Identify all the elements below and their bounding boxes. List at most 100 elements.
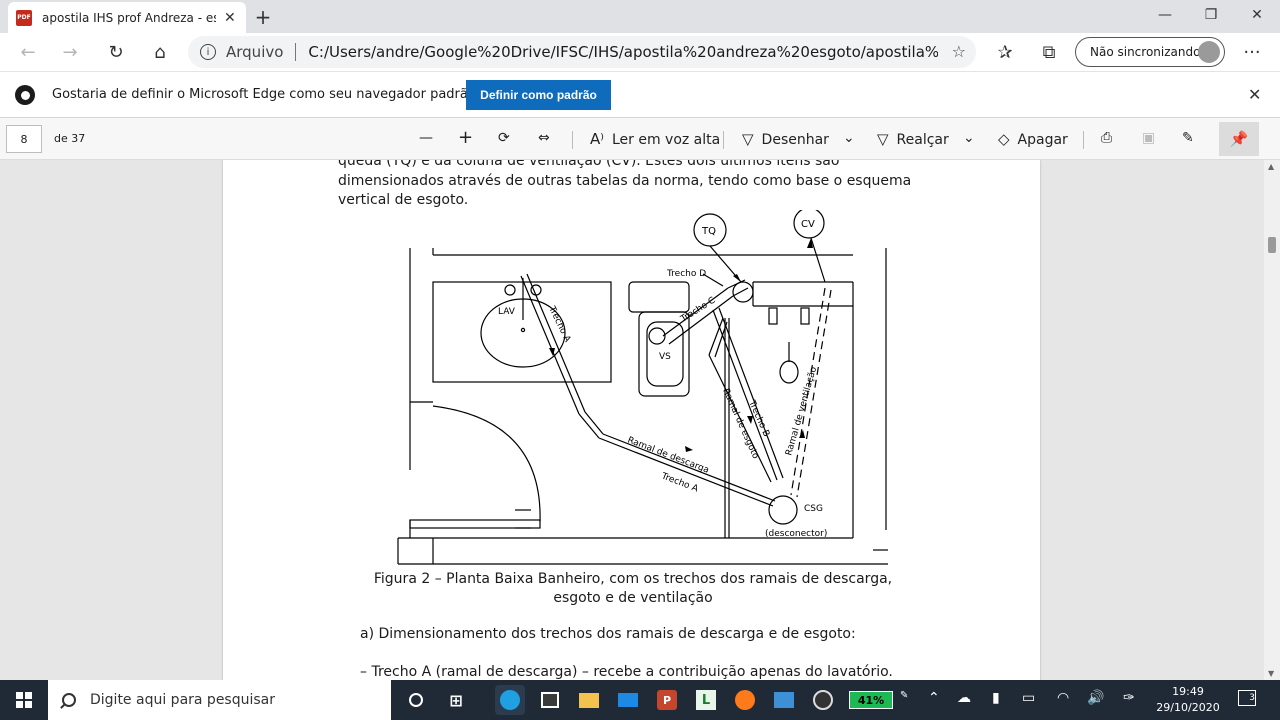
obs-icon[interactable]: [808, 685, 838, 715]
text-line: dimensionados através de outras tabelas …: [338, 172, 912, 189]
eraser-icon: ◇: [998, 130, 1010, 148]
address-bar[interactable]: i Arquivo C:/Users/andre/Google%20Drive/…: [188, 36, 976, 68]
mail-icon[interactable]: [613, 685, 643, 715]
document-viewport[interactable]: queda (TQ) e da coluna de ventilação (CV…: [0, 160, 1280, 680]
figure-label-ramal-esgoto: Ramal de esgoto: [720, 387, 760, 461]
search-icon: [62, 693, 76, 707]
firefox-icon[interactable]: [730, 685, 760, 715]
default-browser-banner: Gostaria de definir o Microsoft Edge com…: [0, 71, 1280, 118]
windows-logo-icon: [16, 692, 32, 708]
read-aloud-button[interactable]: A⁾ Ler em voz alta: [590, 130, 720, 148]
notification-icon[interactable]: 3: [1238, 690, 1256, 706]
close-window-button[interactable]: ✕: [1234, 0, 1280, 30]
figure-label-trecho-d: Trecho D: [666, 269, 706, 279]
print-icon[interactable]: ⎙: [1101, 130, 1112, 146]
more-icon[interactable]: ···: [1239, 39, 1265, 65]
collections-icon[interactable]: ⧉: [1036, 39, 1062, 65]
rotate-icon[interactable]: ⟳: [498, 130, 510, 146]
figure-label-trecho-c: Trecho C: [678, 296, 717, 325]
info-icon[interactable]: i: [200, 44, 216, 60]
edge-logo-icon: [15, 85, 35, 105]
navigation-bar: ← → ↻ ⌂ i Arquivo C:/Users/andre/Google%…: [0, 33, 1280, 71]
figure-label-cv: CV: [801, 219, 815, 230]
zoom-in-icon[interactable]: +: [458, 127, 473, 148]
store-icon[interactable]: [535, 685, 565, 715]
restore-button[interactable]: ❐: [1188, 0, 1234, 30]
highlight-button[interactable]: ▽ Realçar: [877, 130, 949, 148]
banner-message: Gostaria de definir o Microsoft Edge com…: [52, 87, 483, 102]
refresh-icon[interactable]: ↻: [103, 39, 129, 65]
forward-button[interactable]: →: [57, 39, 83, 65]
sync-label: Não sincronizando: [1090, 45, 1201, 59]
battery-badge[interactable]: 41%: [849, 691, 893, 709]
onedrive-icon[interactable]: ☁: [957, 690, 971, 706]
tab-active[interactable]: PDF apostila IHS prof Andreza - esgo ✕: [8, 2, 246, 33]
save-as-icon[interactable]: ✎: [1182, 130, 1194, 146]
caption-line: esgoto e de ventilação: [553, 590, 713, 606]
vertical-scrollbar[interactable]: ▲ ▼: [1264, 160, 1280, 680]
edge-taskbar-icon[interactable]: [495, 685, 525, 715]
clock-time: 19:49: [1172, 685, 1204, 698]
pdf-page: queda (TQ) e da coluna de ventilação (CV…: [223, 160, 1040, 680]
address-prefix: Arquivo: [226, 43, 284, 61]
list-item: a) Dimensionamento dos trechos dos ramai…: [360, 626, 856, 642]
draw-button[interactable]: ▽ Desenhar: [742, 130, 829, 148]
draw-options-chevron-down-icon[interactable]: ⌄: [843, 130, 855, 146]
page-total: de 37: [54, 132, 86, 145]
search-placeholder: Digite aqui para pesquisar: [90, 692, 276, 708]
scroll-up-icon[interactable]: ▲: [1268, 162, 1274, 171]
save-icon[interactable]: ▣: [1142, 130, 1155, 146]
figure-label-lav: LAV: [498, 307, 516, 317]
erase-button[interactable]: ◇ Apagar: [998, 130, 1068, 148]
figure-label-trecho-a-vertical: Trecho A: [546, 304, 573, 345]
pdf-toolbar: 8 de 37 — + ⟳ ⇔ A⁾ Ler em voz alta ▽ Desen…: [0, 118, 1280, 160]
caption-line: Figura 2 – Planta Baixa Banheiro, com os…: [373, 571, 893, 587]
toolbar-separator: [723, 131, 724, 149]
zoom-out-icon[interactable]: —: [419, 130, 433, 146]
task-view-icon[interactable]: [401, 685, 431, 715]
scrollbar-thumb[interactable]: [1268, 237, 1276, 253]
toolbar-separator: [572, 131, 573, 149]
draw-icon: ▽: [742, 130, 754, 148]
banner-close-icon[interactable]: ✕: [1248, 85, 1261, 104]
home-icon[interactable]: ⌂: [147, 39, 173, 65]
battery-icon[interactable]: ▭: [1022, 690, 1035, 706]
pen-workspace-icon[interactable]: ✑: [1123, 690, 1135, 706]
device-icon[interactable]: ▮: [992, 690, 1000, 706]
paragraph: queda (TQ) e da coluna de ventilação (CV…: [338, 160, 926, 211]
start-button[interactable]: [0, 680, 48, 720]
highlight-options-chevron-down-icon[interactable]: ⌄: [963, 130, 975, 146]
minimize-button[interactable]: —: [1142, 0, 1188, 30]
pen-icon[interactable]: ✎: [900, 690, 908, 701]
avatar: [1198, 41, 1220, 63]
volume-icon[interactable]: 🔊: [1087, 690, 1104, 706]
chevron-up-icon[interactable]: ⌃: [928, 690, 940, 706]
figure-label-vs: VS: [659, 352, 671, 362]
clock[interactable]: 19:49 29/10/2020: [1148, 684, 1228, 716]
star-icon[interactable]: ☆: [952, 42, 966, 61]
taskbar-search[interactable]: Digite aqui para pesquisar: [48, 680, 391, 720]
address-separator: [295, 43, 297, 61]
new-tab-button[interactable]: +: [253, 5, 273, 29]
title-bar: PDF apostila IHS prof Andreza - esgo ✕ +…: [0, 0, 1280, 33]
sync-button[interactable]: Não sincronizando: [1075, 37, 1225, 67]
l-app-icon[interactable]: L: [691, 685, 721, 715]
file-explorer-icon[interactable]: [574, 685, 604, 715]
close-icon[interactable]: ✕: [224, 10, 236, 26]
url-text[interactable]: C:/Users/andre/Google%20Drive/IFSC/IHS/a…: [308, 43, 938, 61]
pin-icon[interactable]: 📌: [1219, 122, 1259, 156]
figure-label-ramal-descarga: Ramal de descarga: [626, 435, 710, 475]
photos-icon[interactable]: [769, 685, 799, 715]
widgets-icon[interactable]: ⊞: [441, 685, 471, 715]
back-button[interactable]: ←: [15, 39, 41, 65]
tab-title: apostila IHS prof Andreza - esgo: [42, 10, 216, 25]
fit-page-icon[interactable]: ⇔: [538, 130, 550, 146]
scroll-down-icon[interactable]: ▼: [1268, 669, 1274, 678]
page-number-input[interactable]: 8: [6, 125, 42, 153]
set-default-button[interactable]: Definir como padrão: [466, 80, 611, 110]
figure-label-ramal-ventilacao: Ramal de ventilação: [784, 365, 819, 457]
list-item: – Trecho A (ramal de descarga) – recebe …: [360, 664, 893, 680]
wifi-icon[interactable]: ◠: [1057, 690, 1069, 706]
powerpoint-icon[interactable]: P: [652, 685, 682, 715]
favorites-icon[interactable]: ✰: [992, 39, 1018, 65]
